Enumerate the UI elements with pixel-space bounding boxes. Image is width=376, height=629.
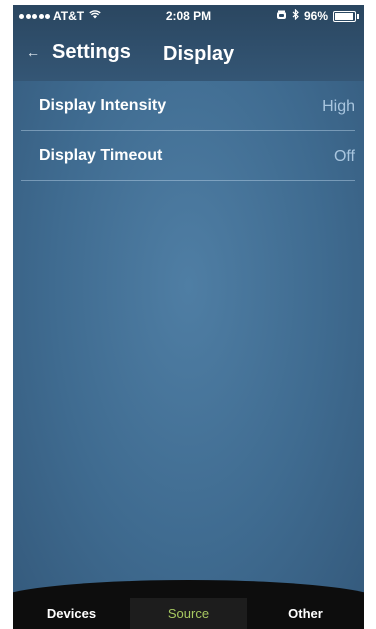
display-intensity-row[interactable]: Display Intensity High	[21, 81, 355, 131]
battery-icon	[333, 10, 359, 22]
status-right-group: 96%	[276, 8, 359, 23]
nav-bar: ← Settings Display	[13, 35, 364, 75]
top-bar: AT&T 2:08 PM 96% ← Settings Display	[13, 5, 364, 81]
page-title: Display	[163, 43, 235, 65]
tab-other[interactable]: Other	[247, 598, 364, 629]
row-label: Display Intensity	[39, 97, 167, 114]
row-value: Off	[333, 148, 355, 165]
phone-screen: AT&T 2:08 PM 96% ← Settings Display Disp…	[13, 5, 364, 629]
battery-fill	[335, 12, 354, 20]
row-label: Display Timeout	[39, 147, 163, 164]
display-timeout-row[interactable]: Display Timeout Off	[21, 131, 355, 181]
tab-devices[interactable]: Devices	[13, 598, 130, 629]
status-bar: AT&T 2:08 PM 96%	[13, 5, 364, 27]
battery-nub	[357, 13, 359, 19]
battery-percent: 96%	[303, 9, 328, 23]
tab-source[interactable]: Source	[130, 598, 247, 629]
back-arrow-icon[interactable]: ←	[26, 44, 40, 60]
alarm-icon	[276, 9, 287, 23]
row-value: High	[322, 98, 355, 115]
back-button[interactable]: Settings	[52, 41, 131, 64]
tab-bar: Devices Source Other	[13, 598, 364, 629]
bluetooth-icon	[292, 8, 299, 23]
